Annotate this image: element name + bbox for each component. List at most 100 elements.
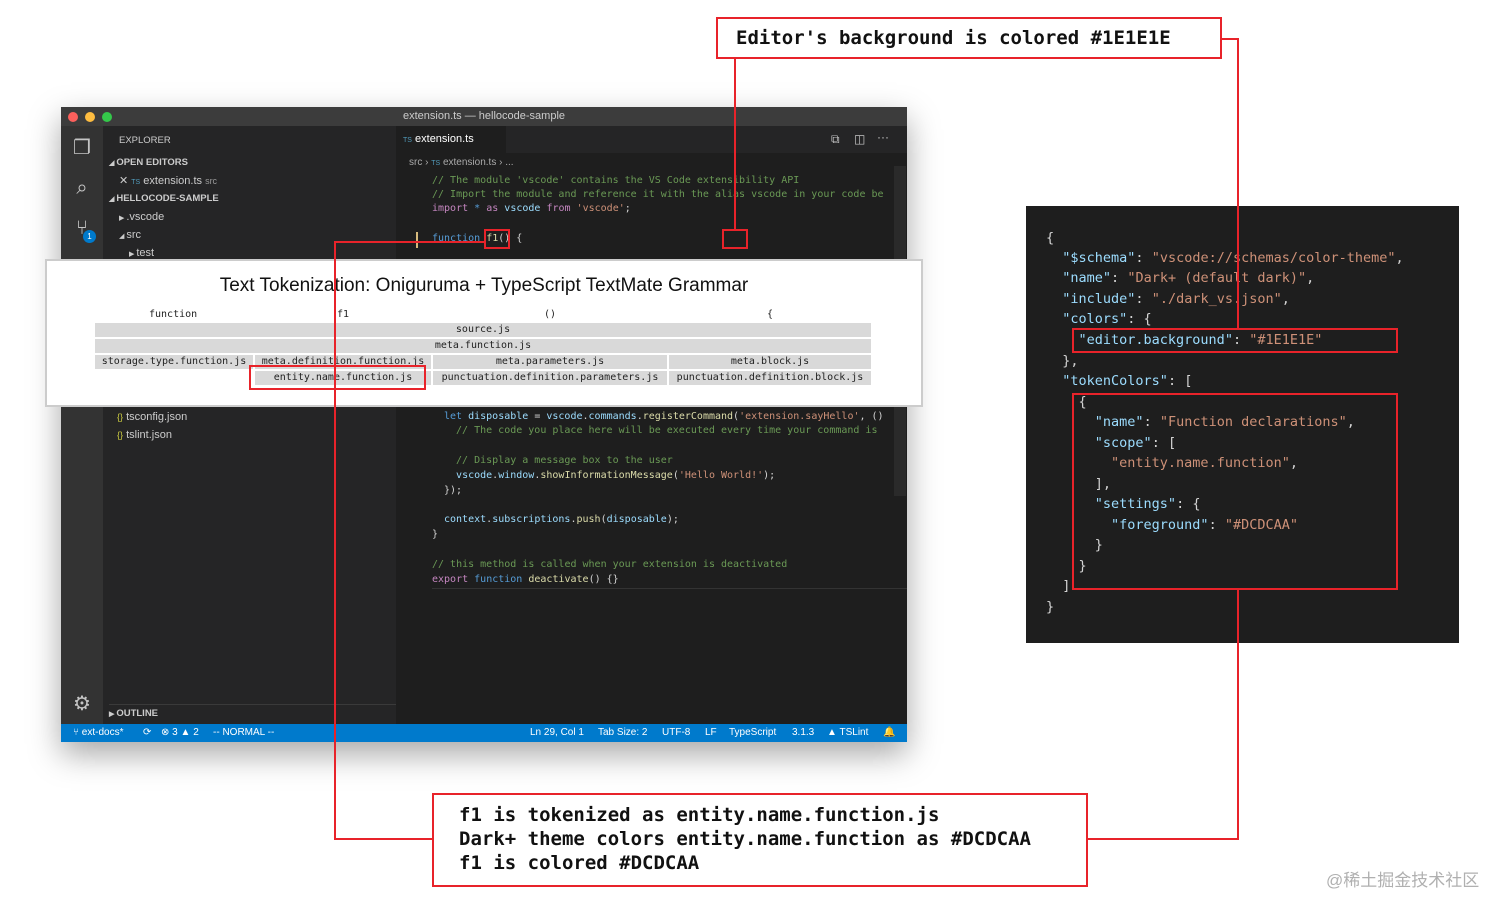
compare-icon[interactable]: ⧉: [831, 132, 840, 147]
bottom-callout-line: Dark+ theme colors entity.name.function …: [459, 828, 1031, 850]
typescript-icon: TS: [131, 179, 141, 186]
error-icon: ⊗: [161, 727, 170, 738]
tree-item-vscode[interactable]: ▶ .vscode: [119, 208, 412, 226]
code-line: vscode.window.showInformationMessage('He…: [456, 470, 776, 481]
json-line: },: [1046, 353, 1079, 369]
tab-size[interactable]: Tab Size: 2: [598, 724, 647, 742]
more-actions-icon[interactable]: ···: [877, 130, 889, 144]
editor-background-highlight: [722, 229, 748, 249]
ts-version[interactable]: 3.1.3: [792, 724, 814, 742]
editor-area[interactable]: TS extension.ts ⧉ ◫ ··· src › TS extensi…: [396, 126, 907, 724]
code-line: // Import the module and reference it wi…: [432, 189, 884, 200]
files-icon[interactable]: ❐: [70, 136, 94, 160]
top-callout: Editor's background is colored #1E1E1E: [716, 17, 1222, 59]
split-editor-icon[interactable]: ◫: [854, 132, 865, 146]
window-title: extension.ts — hellocode-sample: [402, 110, 566, 122]
code-line: });: [444, 485, 463, 496]
bottom-callout: f1 is tokenized as entity.name.function.…: [432, 793, 1088, 887]
project-section[interactable]: ◢ HELLOCODE-SAMPLE: [109, 190, 402, 208]
json-line: "tokenColors": [: [1062, 373, 1193, 389]
json-line: "include": "./dark_vs.json",: [1062, 291, 1290, 307]
json-line: "$schema": "vscode://schemas/color-theme…: [1062, 250, 1404, 266]
connector-line: [334, 838, 434, 840]
connector-line: [334, 241, 484, 243]
tree-item-tslint[interactable]: {} tslint.json: [117, 426, 410, 444]
scope-source: source.js: [95, 323, 871, 337]
scope-meta-function: meta.function.js: [95, 339, 871, 353]
tokenization-title: Text Tokenization: Oniguruma + TypeScrip…: [219, 275, 749, 296]
connector-line: [1220, 38, 1238, 40]
code-line: // this method is called when your exten…: [432, 559, 788, 570]
minimize-window-button[interactable]: [85, 112, 95, 122]
title-bar: extension.ts — hellocode-sample: [61, 107, 907, 126]
tokenization-panel: Text Tokenization: Oniguruma + TypeScrip…: [45, 259, 923, 407]
sync-icon[interactable]: ⟳: [143, 724, 151, 742]
cursor-position[interactable]: Ln 29, Col 1: [530, 724, 584, 742]
search-icon[interactable]: ⌕: [70, 176, 94, 200]
branch-status[interactable]: ⑂ ext-docs*: [73, 724, 123, 742]
tab-bar: TS extension.ts ⧉ ◫ ···: [396, 126, 907, 153]
current-line: [432, 588, 907, 589]
bottom-callout-line: f1 is tokenized as entity.name.function.…: [459, 804, 940, 826]
encoding[interactable]: UTF-8: [662, 724, 690, 742]
activity-bar: ❐ ⌕ ⑂ 1 ⚙: [61, 126, 103, 724]
code-line: }: [432, 529, 439, 540]
scope-storage-type: storage.type.function.js: [95, 355, 253, 369]
vim-mode: -- NORMAL --: [213, 727, 275, 738]
scope-punctuation-parameters: punctuation.definition.parameters.js: [433, 371, 667, 385]
connector-line: [1086, 838, 1239, 840]
code-line: export function deactivate() {}: [432, 574, 619, 585]
maximize-window-button[interactable]: [102, 112, 112, 122]
outline-section[interactable]: ▶ OUTLINE: [109, 704, 402, 723]
editor-background-json-highlight: [1072, 328, 1398, 353]
json-icon: {}: [117, 430, 124, 440]
json-icon: {}: [117, 412, 124, 422]
connector-line: [334, 241, 336, 839]
bottom-callout-line: f1 is colored #DCDCAA: [459, 852, 700, 874]
close-window-button[interactable]: [68, 112, 78, 122]
f1-highlight: [484, 229, 510, 249]
line-ending[interactable]: LF: [705, 724, 717, 742]
top-callout-text: Editor's background is colored #1E1E1E: [736, 27, 1171, 49]
tab-extension-ts[interactable]: TS extension.ts: [396, 126, 506, 153]
json-line: }: [1046, 599, 1055, 615]
json-line: {: [1046, 230, 1055, 246]
code-line: context.subscriptions.push(disposable);: [444, 514, 679, 525]
breadcrumb: src › TS extension.ts › ...: [409, 157, 514, 168]
entity-name-highlight: [249, 365, 426, 390]
code-line: // Display a message box to the user: [444, 455, 673, 466]
connector-line: [1237, 589, 1239, 840]
vscode-window: extension.ts — hellocode-sample ❐ ⌕ ⑂ 1 …: [61, 107, 907, 742]
gear-icon[interactable]: ⚙: [70, 692, 94, 716]
tree-item-tsconfig[interactable]: {} tsconfig.json: [117, 408, 410, 426]
code-line-import: import * as vscode from 'vscode';: [432, 203, 631, 214]
warning-icon: ▲: [180, 727, 191, 738]
explorer-sidebar: EXPLORER ◢ OPEN EDITORS ✕ TS extension.t…: [103, 126, 402, 724]
scope-punctuation-block: punctuation.definition.block.js: [669, 371, 871, 385]
linter-status[interactable]: ▲ TSLint: [827, 724, 868, 742]
open-editor-item[interactable]: ✕ TS extension.ts src: [119, 172, 412, 190]
gutter-mark: [416, 232, 418, 248]
language-mode[interactable]: TypeScript: [729, 724, 776, 742]
code-line: // The code you place here will be execu…: [444, 425, 878, 436]
token-colors-json-highlight: [1072, 393, 1398, 590]
open-editors-section[interactable]: ◢ OPEN EDITORS: [109, 154, 402, 172]
scm-badge: 1: [83, 230, 96, 243]
scope-meta-block: meta.block.js: [669, 355, 871, 369]
token-f1: f1: [337, 309, 350, 320]
code-line: // The module 'vscode' contains the VS C…: [432, 175, 800, 186]
token-parens: (): [544, 309, 557, 320]
status-bar: ⑂ ext-docs* ⟳ ⊗ 3 ▲ 2 -- NORMAL -- Ln 29…: [61, 724, 907, 742]
json-line: ]: [1046, 578, 1071, 594]
connector-line: [1237, 38, 1239, 330]
watermark: @稀土掘金技术社区: [1326, 871, 1480, 890]
typescript-icon: TS: [403, 137, 412, 144]
problems-status[interactable]: ⊗ 3 ▲ 2: [161, 724, 199, 742]
json-line: "name": "Dark+ (default dark)",: [1062, 270, 1315, 286]
json-line: "colors": {: [1062, 311, 1152, 327]
notifications-icon[interactable]: 🔔: [883, 724, 895, 742]
token-brace: {: [767, 309, 774, 320]
close-icon[interactable]: ✕: [119, 175, 128, 187]
token-function: function: [149, 309, 198, 320]
scope-meta-parameters: meta.parameters.js: [433, 355, 667, 369]
